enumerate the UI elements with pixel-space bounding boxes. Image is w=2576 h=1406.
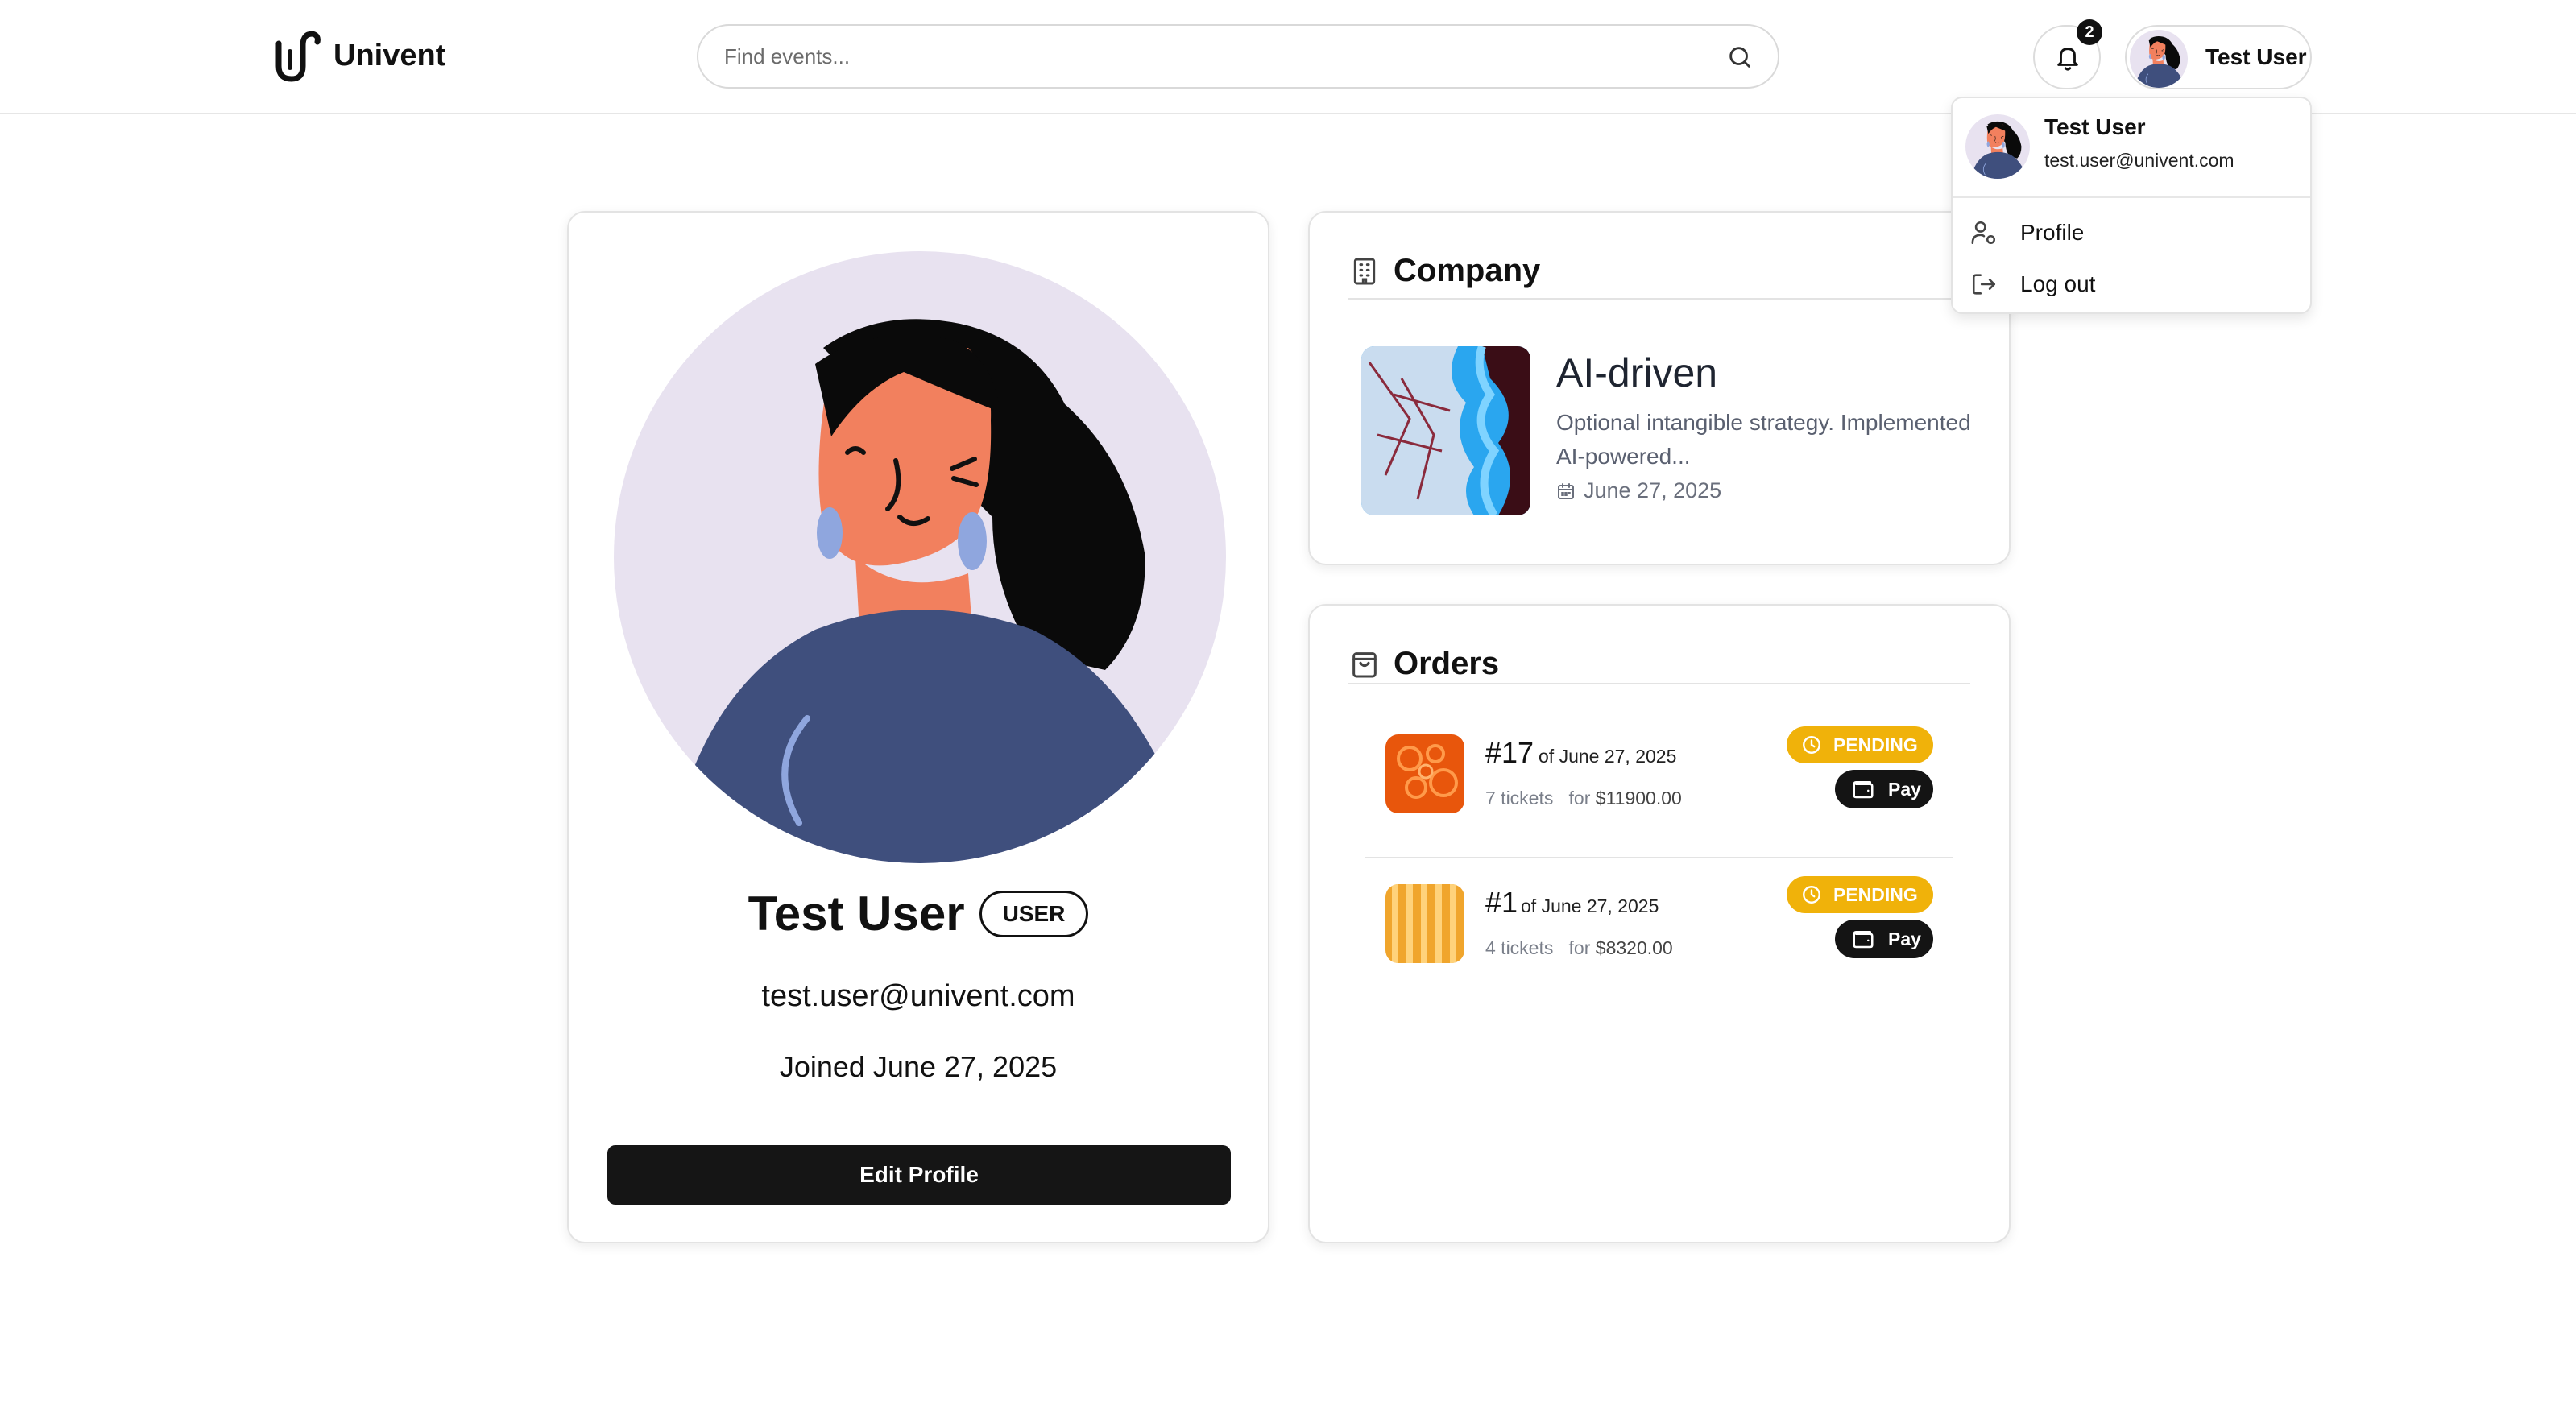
- app-name: Univent: [333, 38, 446, 72]
- menu-item-label: Log out: [2020, 271, 2096, 296]
- shopping-bag-icon: [1352, 651, 1377, 677]
- order-meta: 4 tickets for $8320.00: [1485, 937, 1673, 959]
- wallet-icon: [1853, 931, 1874, 949]
- order-tickets: 4 tickets: [1485, 937, 1554, 958]
- search-icon[interactable]: [1726, 43, 1754, 71]
- calendar-icon: [1558, 482, 1574, 499]
- orders-heading: Orders: [1348, 646, 1499, 682]
- order-image: [1385, 734, 1464, 813]
- order-number: #17: [1485, 736, 1534, 769]
- clock-icon: [1803, 886, 1820, 904]
- app-logo[interactable]: Univent: [271, 27, 445, 84]
- avatar: [2130, 30, 2188, 88]
- company-card: Company AI-driven Optional intangible st…: [1308, 211, 2011, 565]
- pay-label: Pay: [1888, 778, 1921, 800]
- section-title: Company: [1394, 253, 1541, 288]
- user-name: Test User: [2205, 44, 2307, 69]
- avatar-image: [2130, 30, 2188, 88]
- company-heading: Company: [1348, 253, 1540, 289]
- divider: [1365, 857, 1953, 858]
- status-text: PENDING: [1833, 734, 1918, 755]
- menu-item-label: Profile: [2020, 220, 2085, 245]
- univent-logo-icon: [275, 31, 321, 82]
- search-input[interactable]: [723, 26, 1705, 87]
- section-title: Orders: [1394, 646, 1500, 681]
- order-date: of June 27, 2025: [1521, 895, 1659, 916]
- profile-name: Test User: [748, 887, 965, 941]
- log-out-icon: [1972, 274, 1996, 295]
- order-number: #1: [1485, 886, 1518, 919]
- notifications-count-badge: 2: [2077, 19, 2102, 45]
- avatar-image: [1965, 114, 2030, 179]
- order-meta: 7 tickets for $11900.00: [1485, 788, 1682, 809]
- order-row[interactable]: #17 of June 27, 2025 7 tickets for $1190…: [1366, 725, 1953, 837]
- status-badge: PENDING: [1787, 726, 1933, 763]
- order-amount-prefix: for: [1568, 937, 1591, 958]
- company-title[interactable]: AI-driven: [1556, 349, 1717, 396]
- user-menu-button[interactable]: Test User: [2125, 25, 2312, 89]
- role-badge: USER: [979, 890, 1089, 937]
- user-dropdown-menu: Test User test.user@univent.com Profile …: [1951, 97, 2312, 314]
- date-text: June 27, 2025: [1584, 478, 1722, 502]
- wallet-icon: [1853, 781, 1874, 799]
- profile-name-row: Test User USER: [569, 886, 1268, 941]
- company-image[interactable]: [1361, 346, 1530, 515]
- order-amount: $11900.00: [1595, 788, 1682, 808]
- building-icon: [1353, 258, 1376, 284]
- order-thumbnail: [1385, 884, 1464, 963]
- status-badge: PENDING: [1787, 876, 1933, 913]
- order-tickets: 7 tickets: [1485, 788, 1554, 808]
- order-amount: $8320.00: [1595, 937, 1673, 958]
- menu-item-profile[interactable]: Profile: [1953, 208, 2310, 258]
- pay-label: Pay: [1888, 928, 1921, 949]
- profile-card: Test User USER test.user@univent.com Joi…: [567, 211, 1269, 1243]
- company-description: Optional intangible strategy. Implemente…: [1556, 410, 1971, 469]
- divider: [1348, 298, 1970, 300]
- pay-button[interactable]: Pay: [1835, 920, 1933, 958]
- avatar-image: [614, 251, 1226, 863]
- order-row[interactable]: #1 of June 27, 2025 4 tickets for $8320.…: [1366, 875, 1953, 987]
- order-image: [1385, 884, 1464, 963]
- profile-avatar: [614, 251, 1226, 863]
- dropdown-user-email: test.user@univent.com: [2044, 150, 2234, 171]
- dropdown-user-name: Test User: [2044, 114, 2146, 139]
- dropdown-avatar: [1965, 114, 2030, 179]
- pay-button[interactable]: Pay: [1835, 770, 1933, 808]
- company-thumbnail: [1361, 346, 1530, 515]
- edit-profile-button[interactable]: Edit Profile: [607, 1145, 1231, 1205]
- orders-card: Orders #17 of June 27, 2025 7 tickets fo…: [1308, 604, 2011, 1243]
- profile-joined-date: Joined June 27, 2025: [779, 1050, 1058, 1083]
- user-cog-icon: [1971, 221, 1996, 245]
- profile-email: test.user@univent.com: [761, 979, 1075, 1013]
- order-date: of June 27, 2025: [1539, 746, 1677, 767]
- status-text: PENDING: [1833, 883, 1918, 905]
- bell-icon: [2057, 48, 2078, 71]
- divider: [1953, 196, 2310, 198]
- company-date: June 27, 2025: [1556, 478, 1721, 503]
- divider: [1348, 683, 1970, 684]
- menu-item-log-out[interactable]: Log out: [1953, 259, 2310, 309]
- clock-icon: [1803, 736, 1820, 754]
- order-amount-prefix: for: [1568, 788, 1591, 808]
- search-bar[interactable]: [697, 24, 1779, 89]
- order-thumbnail: [1385, 734, 1464, 813]
